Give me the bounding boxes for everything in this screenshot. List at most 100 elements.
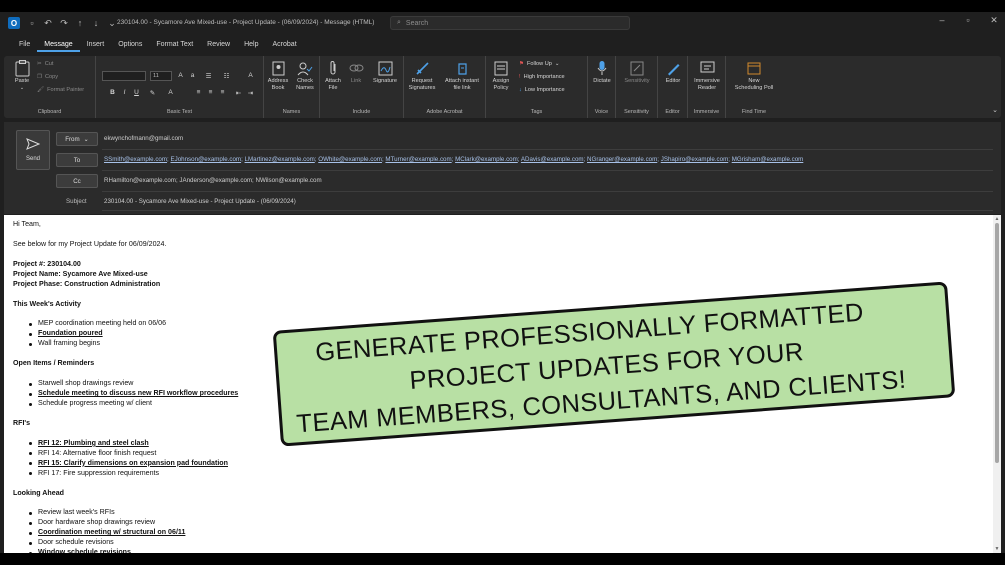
link-button[interactable]: Link: [346, 60, 366, 85]
shrink-font-icon[interactable]: a: [188, 71, 197, 80]
cc-field[interactable]: RHamilton@example.com; JAnderson@example…: [104, 177, 322, 184]
adobe-acrobat-group-label: Adobe Acrobat: [426, 109, 463, 115]
menu-tab-options[interactable]: Options: [111, 38, 149, 52]
bullets-icon[interactable]: ☰: [204, 71, 213, 80]
ribbon-collapse-icon[interactable]: ⌄: [992, 106, 998, 114]
to-recipient[interactable]: MTurner@example.com: [385, 156, 451, 163]
format-painter-button[interactable]: 🖌 Format Painter: [37, 87, 84, 93]
attach-instant-file-link-button[interactable]: Attach instant file link: [440, 60, 484, 92]
align-left-icon[interactable]: ≡: [194, 88, 203, 97]
dictate-label: Dictate: [593, 78, 611, 84]
address-book-button[interactable]: Address Book: [266, 60, 290, 92]
to-button[interactable]: To: [56, 153, 98, 167]
list-item[interactable]: Schedule meeting to discuss new RFI work…: [29, 389, 238, 399]
arrow-down-icon[interactable]: ↓: [89, 16, 103, 30]
greeting: Hi Team,: [13, 220, 41, 228]
editor-button[interactable]: Editor: [660, 60, 686, 85]
search-input[interactable]: ⌕ Search: [390, 16, 630, 30]
close-icon[interactable]: ✕: [987, 15, 1001, 26]
editor-group-label: Editor: [665, 109, 680, 115]
signature-button[interactable]: Signature: [369, 60, 401, 85]
sensitivity-button[interactable]: Sensitivity: [620, 60, 654, 85]
font-color-icon[interactable]: A: [166, 88, 175, 97]
list-item[interactable]: RFI 12: Plumbing and steel clash: [29, 439, 238, 449]
arrow-up-icon[interactable]: ↑: [73, 16, 87, 30]
high-importance-button[interactable]: ! High Importance: [519, 74, 565, 80]
maximize-icon[interactable]: ▫: [961, 15, 975, 26]
exclamation-icon: !: [519, 74, 521, 80]
list-item[interactable]: Foundation poured: [29, 329, 238, 339]
font-size-select[interactable]: 11: [150, 71, 172, 81]
highlight-icon[interactable]: ✎: [148, 88, 157, 97]
outlook-logo-icon: O: [8, 17, 20, 29]
assign-policy-icon: [493, 60, 509, 76]
to-recipient[interactable]: SSmith@example.com: [104, 156, 167, 163]
ribbon-group-basic-text: 11 A a ☰ ☷ A B I U ✎ A ≡ ≡ ≡ ⇤ ⇥ Basic T…: [96, 56, 264, 118]
increase-indent-icon[interactable]: ⇥: [246, 88, 255, 97]
subject-field[interactable]: 230104.00 - Sycamore Ave Mixed-use - Pro…: [104, 198, 296, 205]
menu-tab-message[interactable]: Message: [37, 38, 80, 52]
to-recipient[interactable]: JShapiro@example.com: [661, 156, 729, 163]
bold-icon[interactable]: B: [108, 88, 117, 97]
save-icon[interactable]: ▫: [25, 16, 39, 30]
to-recipient[interactable]: MGrisham@example.com: [732, 156, 804, 163]
immersive-reader-icon: [699, 60, 715, 76]
list-item[interactable]: Coordination meeting w/ structural on 06…: [29, 528, 238, 538]
chevron-down-icon: ⌄: [83, 135, 89, 143]
align-center-icon[interactable]: ≡: [206, 88, 215, 97]
list-item[interactable]: Window schedule revisions: [29, 548, 238, 553]
low-importance-button[interactable]: ↓ Low Importance: [519, 87, 565, 93]
check-names-button[interactable]: Check Names: [292, 60, 318, 92]
to-recipient[interactable]: MClark@example.com: [455, 156, 518, 163]
to-recipient[interactable]: LMartinez@example.com: [245, 156, 315, 163]
scissors-icon: ✂: [37, 61, 42, 67]
decrease-indent-icon[interactable]: ⇤: [234, 88, 243, 97]
sensitivity-label: Sensitivity: [624, 78, 650, 84]
scroll-down-icon[interactable]: ▼: [993, 546, 1001, 552]
undo-icon[interactable]: ↶: [41, 16, 55, 30]
follow-up-button[interactable]: ⚑ Follow Up ⌄: [519, 61, 560, 67]
request-signatures-button[interactable]: Request Signatures: [405, 60, 439, 92]
check-names-label-1: Check: [297, 78, 313, 84]
new-scheduling-poll-button[interactable]: New Scheduling Poll: [728, 60, 780, 92]
underline-icon[interactable]: U: [132, 88, 141, 97]
menu-tab-file[interactable]: File: [12, 38, 37, 52]
to-field[interactable]: SSmith@example.com; EJohnson@example.com…: [104, 156, 803, 163]
body-scrollbar[interactable]: ▲ ▼: [993, 215, 1001, 553]
immersive-reader-button[interactable]: Immersive Reader: [690, 60, 724, 92]
menu-tab-review[interactable]: Review: [200, 38, 237, 52]
to-recipient[interactable]: OWhite@example.com: [318, 156, 382, 163]
numbering-icon[interactable]: ☷: [222, 71, 231, 80]
grow-font-icon[interactable]: A: [176, 71, 185, 80]
menu-tab-help[interactable]: Help: [237, 38, 265, 52]
assign-policy-button[interactable]: Assign Policy: [488, 60, 514, 92]
menu-tab-format-text[interactable]: Format Text: [149, 38, 200, 52]
to-recipient[interactable]: NGranger@example.com: [587, 156, 657, 163]
align-right-icon[interactable]: ≡: [218, 88, 227, 97]
scroll-up-icon[interactable]: ▲: [993, 216, 1001, 222]
italic-icon[interactable]: I: [120, 88, 129, 97]
cc-button[interactable]: Cc: [56, 174, 98, 188]
dictate-button[interactable]: Dictate: [590, 60, 614, 85]
redo-icon[interactable]: ↷: [57, 16, 71, 30]
from-button[interactable]: From ⌄: [56, 132, 98, 146]
copy-button[interactable]: ❐ Copy: [37, 74, 58, 80]
send-button[interactable]: Send: [16, 130, 50, 170]
to-recipient[interactable]: EJohnson@example.com: [170, 156, 241, 163]
menu-tab-insert[interactable]: Insert: [80, 38, 112, 52]
scroll-thumb[interactable]: [995, 223, 999, 463]
attach-file-button[interactable]: Attach File: [322, 60, 344, 92]
list-item: MEP coordination meeting held on 06/06: [29, 319, 238, 329]
font-name-select[interactable]: [102, 71, 146, 81]
paste-button[interactable]: Paste ⌄: [10, 59, 34, 92]
list-item[interactable]: RFI 15: Clarify dimensions on expansion …: [29, 459, 238, 469]
from-field[interactable]: ekwynchofmann@gmail.com: [104, 135, 183, 142]
to-recipient[interactable]: ADavis@example.com: [521, 156, 584, 163]
clear-formatting-icon[interactable]: A: [246, 71, 255, 80]
message-body-text[interactable]: Hi Team, See below for my Project Update…: [13, 220, 238, 553]
menu-tab-acrobat[interactable]: Acrobat: [266, 38, 304, 52]
signature-label: Signature: [373, 78, 397, 84]
cut-button[interactable]: ✂ Cut: [37, 61, 53, 67]
minimize-icon[interactable]: –: [935, 15, 949, 26]
send-label: Send: [25, 156, 40, 162]
